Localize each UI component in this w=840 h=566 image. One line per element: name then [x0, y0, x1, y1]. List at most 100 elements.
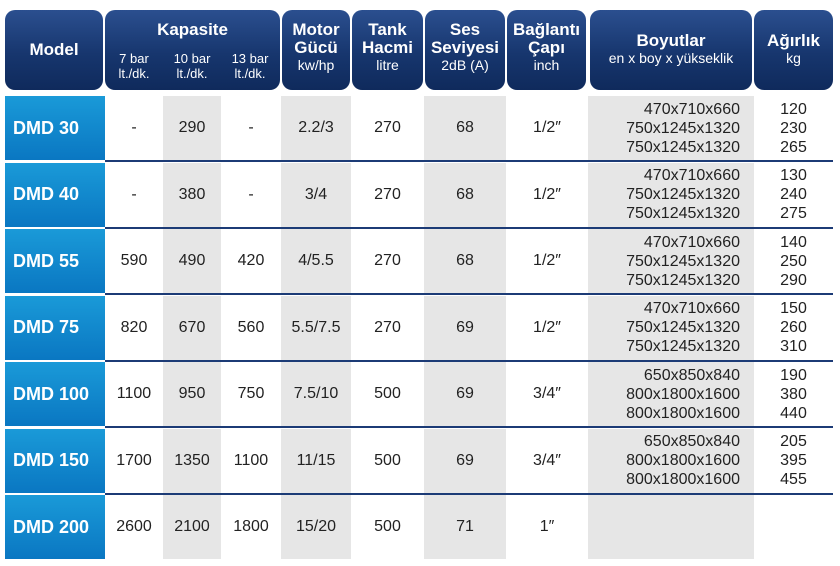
- agirlik-line: 140: [780, 233, 807, 251]
- cell-motor: 11/15: [281, 428, 351, 493]
- header-motor-line2: Gücü: [294, 38, 338, 57]
- header-kap-7bar: 7 bar lt./dk.: [105, 51, 163, 81]
- cell-tank: 500: [374, 385, 401, 402]
- cell-boyutlar: 650x850x840 800x1800x1600 800x1800x1600: [588, 428, 754, 493]
- header-kap-7bar-label: 7 bar lt./dk.: [118, 51, 150, 81]
- cell-ses: 69: [424, 362, 506, 426]
- boyut-line: 750x1245x1320: [626, 252, 740, 270]
- cell-bag: 1/2″: [533, 119, 561, 136]
- cell-k7: 820: [120, 318, 148, 336]
- agirlik-line: 290: [780, 271, 807, 289]
- cell-k7: 1100: [116, 385, 152, 402]
- cell-tank: 270: [374, 252, 401, 269]
- cell-k10: 2100: [163, 495, 221, 559]
- agirlik-line: 455: [780, 471, 807, 488]
- header-baglanti: Bağlantı Çapı inch: [507, 10, 586, 90]
- boyut-line: 750x1245x1320: [626, 319, 740, 336]
- cell-tank: 500: [374, 518, 401, 535]
- cell-motor: 4/5.5: [281, 229, 351, 293]
- cell-k13: 1800: [233, 518, 269, 535]
- header-agirlik-label: Ağırlık: [767, 31, 820, 50]
- cell-ses: 68: [424, 162, 506, 227]
- header-motor-line1: Motor: [292, 20, 340, 39]
- cell-boyutlar: 470x710x660 750x1245x1320 750x1245x1320: [588, 96, 754, 160]
- cell-k10: 380: [163, 162, 221, 227]
- header-ses: Ses Seviyesi 2dB (A): [425, 10, 505, 90]
- cell-k13: -: [248, 119, 254, 136]
- table-row: DMD 40 - 380 - 3/4 270 68 1/2″ 470x710x660 750x12…: [0, 162, 840, 229]
- cell-bag: 1/2″: [533, 185, 561, 203]
- cell-ses: 71: [424, 495, 506, 559]
- cell-boyutlar: 470x710x660 750x1245x1320 750x1245x1320: [588, 295, 754, 360]
- cell-ses: 69: [424, 428, 506, 493]
- cell-motor: 3/4: [281, 162, 351, 227]
- cell-k13: 420: [237, 252, 265, 269]
- cell-motor: 5.5/7.5: [281, 295, 351, 360]
- table-row: DMD 55 590 490 420 4/5.5 270 68 1/2″ 470x710x660…: [0, 229, 840, 295]
- header-kapasite: Kapasite 7 bar lt./dk. 10 bar lt./dk. 13…: [105, 10, 280, 90]
- header-tank: Tank Hacmi litre: [352, 10, 423, 90]
- boyut-line: 650x850x840: [643, 433, 740, 450]
- boyut-line: 750x1245x1320: [626, 271, 740, 289]
- cell-k10: 1350: [163, 428, 221, 493]
- row-model: DMD 150: [5, 428, 105, 493]
- cell-boyutlar: 470x710x660 750x1245x1320 750x1245x1320: [588, 162, 754, 227]
- agirlik-line: 310: [780, 338, 807, 355]
- header-baglanti-unit: inch: [533, 57, 560, 73]
- header-boyutlar-label: Boyutlar: [636, 31, 706, 50]
- header-kap-13bar: 13 bar lt./dk.: [221, 51, 279, 81]
- cell-motor: 7.5/10: [281, 362, 351, 426]
- header-ses-line2: Seviyesi: [430, 38, 500, 57]
- agirlik-line: 120: [780, 100, 807, 118]
- cell-k13: 560: [237, 318, 265, 336]
- agirlik-line: 250: [780, 252, 807, 270]
- cell-k10: 670: [163, 295, 221, 360]
- row-model: DMD 55: [5, 229, 105, 293]
- row-model: DMD 30: [5, 96, 105, 160]
- header-model: Model: [5, 10, 103, 90]
- cell-k10: 490: [163, 229, 221, 293]
- header-ses-line1: Ses: [449, 20, 481, 39]
- header-motor-unit: kw/hp: [297, 57, 335, 73]
- cell-agirlik: 140 250 290: [754, 229, 833, 293]
- header-tank-unit: litre: [376, 57, 399, 73]
- cell-agirlik: 130 240 275: [754, 163, 833, 227]
- cell-agirlik: 120 230 265: [754, 96, 833, 160]
- row-model: DMD 40: [5, 162, 105, 227]
- header-agirlik-unit: kg: [786, 50, 801, 66]
- cell-tank: 270: [374, 318, 401, 336]
- cell-tank: 270: [374, 185, 401, 203]
- cell-k10: 290: [163, 96, 221, 160]
- cell-motor: 15/20: [281, 495, 351, 559]
- boyut-line: 800x1800x1600: [626, 385, 740, 403]
- header-tank-line1: Tank: [368, 20, 407, 39]
- cell-agirlik: 150 260 310: [754, 296, 833, 360]
- table-row: DMD 150 1700 1350 1100 11/15 500 69 3/4″ 650x850…: [0, 428, 840, 495]
- header-kapasite-label: Kapasite: [157, 20, 228, 39]
- cell-motor: 2.2/3: [281, 96, 351, 160]
- agirlik-line: 275: [780, 205, 807, 222]
- cell-agirlik: 190 380 440: [754, 362, 833, 426]
- cell-bag: 1″: [539, 518, 555, 535]
- header-ses-unit: 2dB (A): [441, 57, 489, 73]
- agirlik-line: 190: [780, 366, 807, 384]
- agirlik-line: 260: [780, 319, 807, 336]
- cell-k7: 1700: [116, 451, 152, 469]
- header-motor: Motor Gücü kw/hp: [282, 10, 350, 90]
- boyut-line: 650x850x840: [643, 366, 740, 384]
- agirlik-line: 380: [780, 385, 807, 403]
- boyut-line: 800x1800x1600: [626, 404, 740, 422]
- boyut-line: 750x1245x1320: [626, 205, 740, 222]
- agirlik-line: 265: [780, 138, 807, 156]
- agirlik-line: 130: [780, 167, 807, 184]
- cell-k10: 950: [163, 362, 221, 426]
- boyut-line: 470x710x660: [643, 167, 740, 184]
- header-kap-13bar-label: 13 bar lt./dk.: [231, 51, 269, 81]
- header-baglanti-line2: Çapı: [528, 38, 565, 57]
- header-baglanti-line1: Bağlantı: [512, 20, 581, 39]
- cell-ses: 69: [424, 295, 506, 360]
- cell-bag: 3/4″: [533, 451, 561, 469]
- boyut-line: 800x1800x1600: [626, 452, 740, 469]
- cell-bag: 1/2″: [533, 252, 561, 269]
- header-tank-line2: Hacmi: [361, 38, 414, 57]
